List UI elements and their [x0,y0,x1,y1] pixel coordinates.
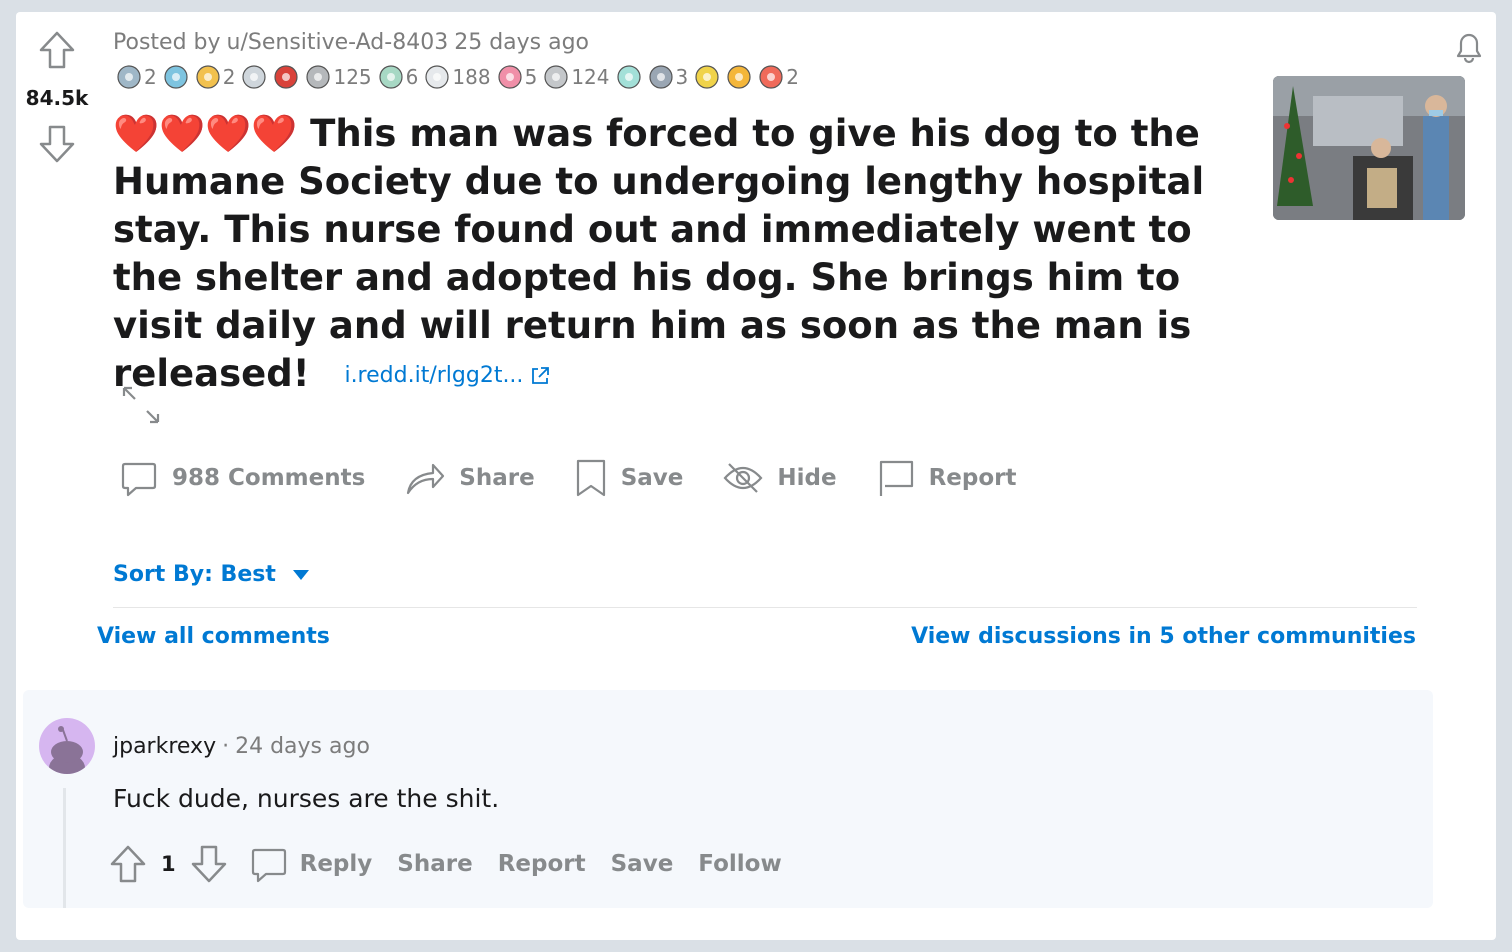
caret-down-icon [292,569,309,580]
bookmark-icon [576,459,605,497]
wholesome-seal-icon [164,65,188,89]
award-count: 2 [222,65,236,89]
sun-award-icon [727,65,751,89]
comment-save-button[interactable]: Save [611,851,674,877]
divider [113,607,1417,608]
award[interactable]: 5 [497,64,538,90]
award-count: 3 [675,65,689,89]
award[interactable] [163,64,189,90]
comment-time: 24 days ago [235,734,370,759]
award[interactable]: 6 [378,64,419,90]
comment: jparkrexy · 24 days ago Fuck dude, nurses … [23,690,1433,908]
sort-dropdown[interactable]: Sort By: Best [113,562,310,587]
reply-button[interactable]: Reply [250,845,373,883]
award-count: 188 [452,65,491,89]
award-count: 2 [786,65,799,89]
award-count: 125 [333,65,372,89]
save-button[interactable]: Save [575,458,684,498]
hide-eye-icon [723,463,763,493]
angel-award-icon [379,65,403,89]
wholesome-award-icon [425,65,449,89]
tip-hat-icon [648,65,673,89]
snoo-award-icon [242,65,267,89]
thread-line[interactable] [63,788,66,908]
avatar[interactable] [39,718,95,774]
comments-button[interactable]: 988 Comments [120,459,365,497]
post-thumbnail[interactable] [1273,76,1465,220]
award[interactable]: 188 [424,64,491,90]
post-title[interactable]: ❤️❤️❤️❤️ This man was forced to give his… [113,110,1253,400]
awards-row[interactable]: 2 2 125 6 188 5 124 3 2 [116,62,805,92]
award[interactable] [241,64,267,90]
award-count: 6 [405,65,419,89]
notification-bell-icon[interactable] [1452,30,1486,64]
award[interactable]: 3 [648,64,689,90]
hug-award-icon [306,65,331,89]
award[interactable] [694,64,720,90]
post-link-text: i.redd.it/rlgg2t... [344,362,524,388]
share-button[interactable]: Share [405,459,535,497]
post-score: 84.5k [25,86,89,110]
meta-prefix: Posted by [113,30,221,55]
downvote-icon[interactable] [38,124,76,164]
comment-report-button[interactable]: Report [498,851,586,877]
meta-separator: · [222,734,230,759]
award[interactable]: 2 [758,64,799,90]
comment-meta: jparkrexy · 24 days ago [113,734,370,759]
share-label: Share [459,465,535,491]
vote-column: 84.5k [16,30,98,164]
post-time: 25 days ago [454,30,590,55]
upvote-icon[interactable] [38,30,76,70]
star-award-icon [196,65,220,89]
comment-score: 1 [161,852,176,876]
award-count: 2 [144,65,157,89]
post-card: 84.5k Posted by u/Sensitive-Ad-8403 25 day… [16,12,1496,940]
award-count: 124 [571,65,610,89]
share-icon [407,463,445,495]
comments-count: 988 Comments [172,465,366,491]
comment-icon [251,848,286,883]
award[interactable] [726,64,752,90]
heart-eyes-award-icon [497,65,522,89]
award[interactable]: 125 [305,64,372,90]
take-my-energy-icon [616,65,641,89]
helpful-award-icon [695,65,719,89]
comment-actions: 1 Reply Share Report Save Follow [109,844,807,884]
award[interactable]: 2 [195,64,236,90]
comment-author[interactable]: jparkrexy [113,734,216,759]
post-author[interactable]: u/Sensitive-Ad-8403 [227,30,449,55]
award[interactable] [616,64,642,90]
silver-award-icon [117,65,141,89]
reply-label: Reply [299,851,373,877]
report-button[interactable]: Report [877,458,1017,498]
comment-follow-button[interactable]: Follow [698,851,781,877]
hide-label: Hide [777,465,837,491]
view-all-comments-link[interactable]: View all comments [97,624,330,649]
post-link[interactable]: i.redd.it/rlgg2t... [344,363,551,388]
report-label: Report [928,465,1017,491]
sort-label: Sort By: Best [113,562,276,587]
save-label: Save [620,465,684,491]
comment-vote: 1 [109,844,228,884]
comment-share-button[interactable]: Share [397,851,472,877]
award-count: 5 [524,65,538,89]
silver-coin-icon [544,65,568,89]
heart-gem-icon [274,65,299,89]
hearts-emoji: ❤️❤️❤️❤️ [113,112,298,155]
view-other-communities-link[interactable]: View discussions in 5 other communities [911,624,1416,649]
post-meta: Posted by u/Sensitive-Ad-8403 25 days ago [113,30,595,55]
external-link-icon [532,366,550,384]
flag-icon [879,460,913,496]
love-snoo-award-icon [759,65,783,89]
comment-icon [121,462,157,497]
comment-upvote-icon[interactable] [109,844,147,884]
award[interactable]: 2 [116,64,157,90]
expand-icon[interactable] [120,384,162,426]
comment-downvote-icon[interactable] [190,844,228,884]
post-actions: 988 Comments Share Save Hide Report [120,458,1057,498]
award[interactable] [273,64,299,90]
comment-body: Fuck dude, nurses are the shit. [113,784,500,813]
award[interactable]: 124 [543,64,610,90]
hide-button[interactable]: Hide [723,461,837,495]
